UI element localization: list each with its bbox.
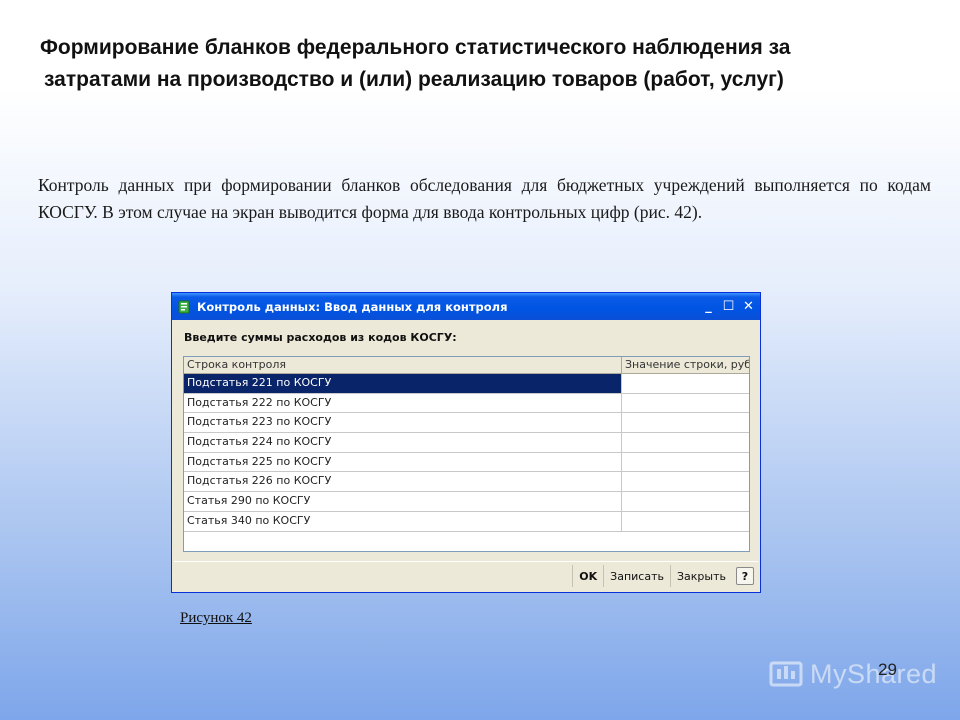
save-button[interactable]: Записать (603, 565, 670, 587)
row-label[interactable]: Подстатья 226 по КОСГУ (184, 472, 622, 492)
row-value-input[interactable] (622, 492, 749, 511)
row-label[interactable]: Подстатья 223 по КОСГУ (184, 413, 622, 433)
row-label[interactable]: Статья 340 по КОСГУ (184, 511, 622, 531)
row-label[interactable]: Статья 290 по КОСГУ (184, 492, 622, 511)
row-value-input[interactable] (622, 512, 749, 531)
row-label[interactable]: Подстатья 225 по КОСГУ (184, 452, 622, 472)
watermark-text: MyShared (810, 658, 938, 689)
row-value-input[interactable] (622, 413, 749, 432)
figure-caption: Рисунок 42 (180, 610, 252, 626)
page-number: 29 (878, 660, 897, 679)
slide-title: Формирование бланков федерального статис… (40, 32, 920, 96)
row-value-input[interactable] (622, 394, 749, 413)
table-row[interactable]: Подстатья 223 по КОСГУ (184, 413, 749, 434)
window-button-bar: OK Записать Закрыть ? (174, 561, 758, 590)
table-row[interactable]: Статья 340 по КОСГУ (184, 511, 749, 532)
control-data-window: Контроль данных: Ввод данных для контрол… (171, 292, 761, 593)
ok-button[interactable]: OK (572, 565, 603, 587)
window-titlebar[interactable]: Контроль данных: Ввод данных для контрол… (172, 293, 760, 320)
table-row[interactable]: Подстатья 222 по КОСГУ (184, 393, 749, 414)
table-row[interactable]: Статья 290 по КОСГУ (184, 492, 749, 512)
control-grid[interactable]: Строка контроля Значение строки, рубли П… (183, 356, 750, 552)
help-button[interactable]: ? (736, 567, 754, 585)
watermark: MyShared (768, 656, 937, 692)
minimize-button[interactable]: _ (700, 298, 717, 315)
row-value-input[interactable] (622, 472, 749, 491)
row-label[interactable]: Подстатья 221 по КОСГУ (184, 374, 622, 393)
window-title: Контроль данных: Ввод данных для контрол… (197, 299, 508, 314)
row-label[interactable]: Подстатья 224 по КОСГУ (184, 433, 622, 452)
slide-title-line2: затратами на производство и (или) реализ… (44, 68, 784, 91)
table-row[interactable]: Подстатья 226 по КОСГУ (184, 472, 749, 493)
close-window-button[interactable]: ✕ (740, 298, 757, 315)
app-icon (178, 300, 190, 313)
row-value-input[interactable] (622, 374, 749, 393)
grid-header: Строка контроля Значение строки, рубли (184, 357, 749, 374)
table-row[interactable]: Подстатья 224 по КОСГУ (184, 433, 749, 453)
close-button[interactable]: Закрыть (670, 565, 732, 587)
row-label[interactable]: Подстатья 222 по КОСГУ (184, 393, 622, 413)
table-row[interactable]: Подстатья 221 по КОСГУ (184, 374, 749, 394)
input-prompt: Введите суммы расходов из кодов КОСГУ: (184, 331, 457, 344)
table-row[interactable]: Подстатья 225 по КОСГУ (184, 452, 749, 473)
row-value-input[interactable] (622, 453, 749, 472)
column-header-control-line[interactable]: Строка контроля (184, 357, 622, 373)
row-value-input[interactable] (622, 433, 749, 452)
column-header-value[interactable]: Значение строки, рубли (622, 357, 749, 373)
slide-title-line1: Формирование бланков федерального статис… (40, 36, 791, 59)
watermark-logo-icon (769, 661, 803, 687)
maximize-button[interactable]: ☐ (720, 298, 737, 315)
window-client-area: Введите суммы расходов из кодов КОСГУ: С… (174, 320, 758, 590)
slide-body-text: Контроль данных при формировании бланков… (38, 175, 931, 222)
